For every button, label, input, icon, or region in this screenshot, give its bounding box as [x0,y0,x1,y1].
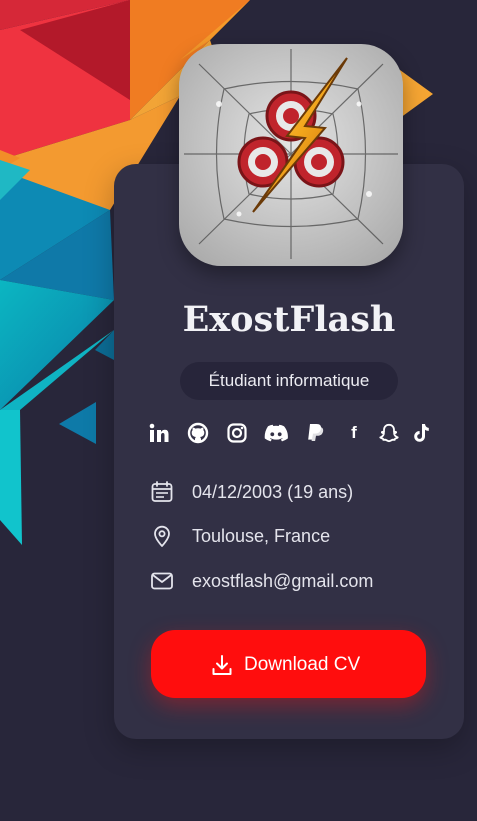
discord-icon[interactable] [263,420,289,446]
paypal-icon[interactable] [302,420,328,446]
birthdate-text: 04/12/2003 (19 ans) [192,482,354,502]
snapchat-icon[interactable] [376,420,402,446]
facebook-icon[interactable]: f [341,420,367,446]
email-link[interactable]: exostflash@gmail.com [192,567,373,595]
profile-name: ExostFlash [182,299,396,340]
location-pin-icon [154,525,170,547]
linkedin-icon[interactable] [146,420,172,446]
social-links: f [146,420,436,446]
email-row: exostflash@gmail.com [150,567,450,595]
avatar [179,44,403,266]
birthdate-row: 04/12/2003 (19 ans) [150,478,450,506]
location-row: Toulouse, France [150,522,450,550]
location-text: Toulouse, France [192,526,331,546]
download-icon [212,655,232,675]
download-cv-button[interactable]: Download CV [151,630,426,698]
calendar-icon [151,481,173,502]
instagram-icon[interactable] [224,420,250,446]
title-badge: Étudiant informatique [180,362,398,400]
download-cv-label: Download CV [244,654,361,675]
github-icon[interactable] [185,420,211,446]
tiktok-icon[interactable] [408,420,434,446]
lightning-spiderweb-logo-icon [179,44,403,266]
mail-icon [151,572,173,590]
